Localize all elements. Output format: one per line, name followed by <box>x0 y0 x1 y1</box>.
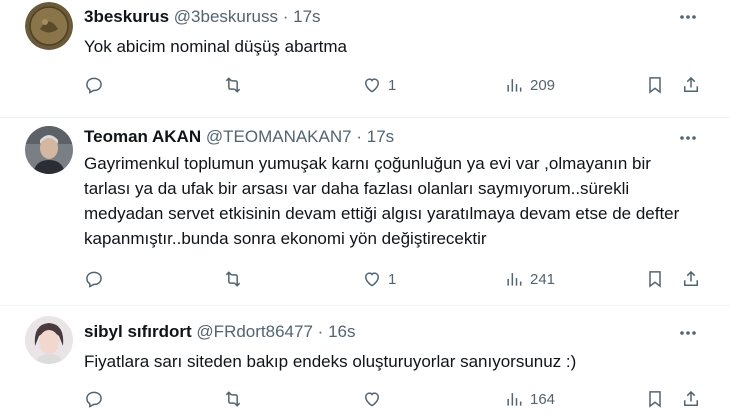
bookmark-icon <box>649 77 661 94</box>
like-button[interactable] <box>362 387 388 411</box>
user-handle[interactable]: @FRdort86477 <box>196 322 313 341</box>
share-button[interactable] <box>681 73 701 97</box>
like-button[interactable]: 1 <box>362 73 396 97</box>
reply-button[interactable] <box>84 73 110 97</box>
bookmark-button[interactable] <box>645 73 665 97</box>
user-handle[interactable]: @TEOMANAKAN7 <box>206 127 352 146</box>
reply-icon <box>86 391 102 408</box>
views-count: 164 <box>530 390 556 408</box>
analytics-icon <box>507 393 522 406</box>
retweet-button[interactable] <box>223 267 249 291</box>
retweet-icon <box>225 271 241 287</box>
avatar[interactable] <box>25 2 73 50</box>
tweet-header: Teoman AKAN @TEOMANAKAN7 · 17s <box>84 125 394 149</box>
more-options-button[interactable] <box>676 126 700 150</box>
user-handle[interactable]: @3beskuruss <box>174 7 278 26</box>
tweet-text: Gayrimenkul toplumun yumuşak karnı çoğun… <box>84 154 680 248</box>
tweet[interactable]: Teoman AKAN @TEOMANAKAN7 · 17s Gayrimenk… <box>0 118 730 306</box>
tweet-feed: 3beskurus @3beskuruss · 17s Yok abicim n… <box>0 0 730 420</box>
share-button[interactable] <box>681 387 701 411</box>
more-icon <box>680 136 696 140</box>
like-count: 1 <box>388 76 397 94</box>
bookmark-button[interactable] <box>645 387 665 411</box>
tweet[interactable]: sibyl sıfırdort @FRdort86477 · 16s Fiyat… <box>0 306 730 420</box>
more-icon <box>680 15 696 19</box>
bookmark-button[interactable] <box>645 267 665 291</box>
more-icon <box>680 331 696 335</box>
reply-button[interactable] <box>84 387 110 411</box>
retweet-button[interactable] <box>223 73 249 97</box>
separator-dot: · <box>282 7 289 26</box>
action-bar: 1 241 <box>0 267 730 291</box>
share-icon <box>684 390 698 406</box>
person-avatar-icon <box>25 126 73 174</box>
action-bar: 1 209 <box>0 73 730 97</box>
more-options-button[interactable] <box>676 5 700 29</box>
retweet-button[interactable] <box>223 387 249 411</box>
bookmark-icon <box>649 391 661 408</box>
action-bar: 164 <box>0 387 730 411</box>
reply-icon <box>86 271 102 288</box>
coin-avatar-icon <box>25 2 73 50</box>
tweet-header: sibyl sıfırdort @FRdort86477 · 16s <box>84 320 355 344</box>
reply-icon <box>86 77 102 94</box>
like-count: 1 <box>388 270 397 288</box>
share-icon <box>684 76 698 92</box>
share-button[interactable] <box>681 267 701 291</box>
heart-icon <box>364 78 380 93</box>
views-button[interactable]: 164 <box>504 387 555 411</box>
analytics-icon <box>507 79 522 92</box>
analytics-icon <box>507 273 522 286</box>
retweet-icon <box>225 391 241 407</box>
display-name[interactable]: Teoman AKAN <box>84 127 201 146</box>
timestamp[interactable]: 17s <box>367 127 394 146</box>
share-icon <box>684 270 698 286</box>
display-name[interactable]: 3beskurus <box>84 7 169 26</box>
heart-icon <box>364 272 380 287</box>
separator-dot: · <box>317 322 324 341</box>
timestamp[interactable]: 16s <box>328 322 355 341</box>
bookmark-icon <box>649 271 661 288</box>
tweet-header: 3beskurus @3beskuruss · 17s <box>84 5 321 29</box>
avatar[interactable] <box>25 316 73 364</box>
avatar[interactable] <box>25 126 73 174</box>
tweet[interactable]: 3beskurus @3beskuruss · 17s Yok abicim n… <box>0 0 730 118</box>
retweet-icon <box>225 77 241 93</box>
timestamp[interactable]: 17s <box>293 7 320 26</box>
views-count: 209 <box>530 76 556 94</box>
display-name[interactable]: sibyl sıfırdort <box>84 322 192 341</box>
views-count: 241 <box>530 270 556 288</box>
tweet-text: Fiyatlara sarı siteden bakıp endeks oluş… <box>84 352 577 371</box>
more-options-button[interactable] <box>676 321 700 345</box>
separator-dot: · <box>356 127 362 146</box>
heart-icon <box>364 392 380 407</box>
tweet-text: Yok abicim nominal düşüş abartma <box>84 37 348 56</box>
like-button[interactable]: 1 <box>362 267 396 291</box>
reply-button[interactable] <box>84 267 110 291</box>
views-button[interactable]: 209 <box>504 73 555 97</box>
person-avatar-icon <box>25 316 73 364</box>
views-button[interactable]: 241 <box>504 267 555 291</box>
